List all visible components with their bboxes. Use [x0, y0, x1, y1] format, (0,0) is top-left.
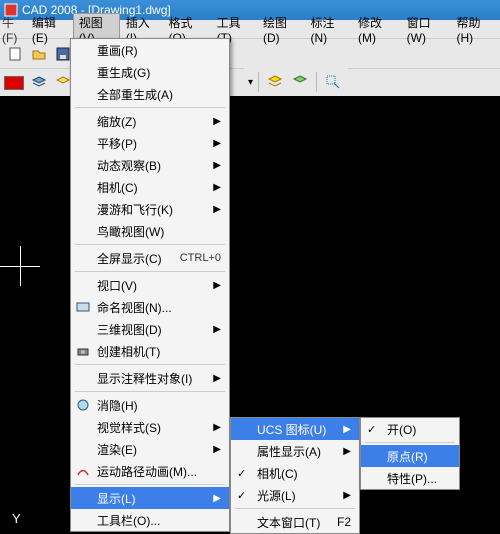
menu-item[interactable]: 漫游和飞行(K)▶ [71, 198, 229, 220]
ucs-axis-label: Y [12, 511, 21, 526]
submenu-item[interactable]: UCS 图标(U)▶ [231, 418, 359, 440]
menu-item[interactable]: 相机(C)▶ [71, 176, 229, 198]
menu-item[interactable]: 重生成(G) [71, 61, 229, 83]
new-button[interactable] [4, 43, 26, 65]
menu-item[interactable]: 全部重生成(A) [71, 83, 229, 105]
menu-item[interactable]: 命名视图(N)... [71, 296, 229, 318]
submenu-item[interactable]: 特性(P)... [361, 467, 459, 489]
menu-item[interactable]: 运动路径动画(M)... [71, 460, 229, 482]
submenu-item[interactable]: ✓开(O) [361, 418, 459, 440]
menu-item[interactable]: 鸟瞰视图(W) [71, 220, 229, 242]
menu-bar: 牛(F) 编辑(E) 视图(V) 插入(I) 格式(O) 工具(T) 绘图(D)… [0, 20, 500, 38]
submenu-item[interactable]: 属性显示(A)▶ [231, 440, 359, 462]
display-submenu: UCS 图标(U)▶属性显示(A)▶✓相机(C)✓光源(L)▶ 文本窗口(T)F2 [230, 417, 360, 534]
menu-item[interactable]: 平移(P)▶ [71, 132, 229, 154]
qselect-icon[interactable] [322, 71, 344, 93]
menu-item[interactable]: 动态观察(B)▶ [71, 154, 229, 176]
menu-item[interactable]: 消隐(H) [71, 394, 229, 416]
menu-window[interactable]: 窗口(W) [401, 13, 451, 46]
open-button[interactable] [28, 43, 50, 65]
ucs-icon-submenu: ✓开(O) 原点(R)特性(P)... [360, 417, 460, 490]
menu-item[interactable]: 视口(V)▶ [71, 274, 229, 296]
menu-help[interactable]: 帮助(H) [451, 13, 499, 46]
layers-button[interactable] [28, 72, 50, 94]
toolbar-extra: ▾ [244, 68, 348, 96]
color-red[interactable] [4, 72, 26, 94]
dropdown-arrow-icon[interactable]: ▾ [248, 77, 253, 88]
menu-draw[interactable]: 绘图(D) [257, 13, 305, 46]
submenu-item[interactable]: 原点(R) [361, 445, 459, 467]
view-menu-dropdown: 重画(R)重生成(G)全部重生成(A) 缩放(Z)▶平移(P)▶动态观察(B)▶相… [70, 38, 230, 532]
menu-item[interactable]: 视觉样式(S)▶ [71, 416, 229, 438]
layer-other-icon[interactable] [289, 71, 311, 93]
menu-item[interactable]: 工具栏(O)... [71, 509, 229, 531]
menu-dimension[interactable]: 标注(N) [304, 13, 352, 46]
submenu-item[interactable]: ✓光源(L)▶ [231, 484, 359, 506]
submenu-item[interactable]: 文本窗口(T)F2 [231, 511, 359, 533]
menu-item[interactable]: 显示注释性对象(I)▶ [71, 367, 229, 389]
layer-stack-icon[interactable] [264, 71, 286, 93]
menu-item[interactable]: 渲染(E)▶ [71, 438, 229, 460]
menu-item[interactable]: 三维视图(D)▶ [71, 318, 229, 340]
menu-modify[interactable]: 修改(M) [352, 13, 401, 46]
submenu-item[interactable]: ✓相机(C) [231, 462, 359, 484]
menu-item[interactable]: 重画(R) [71, 39, 229, 61]
menu-file[interactable]: 牛(F) [2, 14, 26, 45]
menu-item[interactable]: 全屏显示(C)CTRL+0 [71, 247, 229, 269]
menu-item[interactable]: 创建相机(T) [71, 340, 229, 362]
menu-item[interactable]: 显示(L)▶ [71, 487, 229, 509]
menu-item[interactable]: 缩放(Z)▶ [71, 110, 229, 132]
menu-edit[interactable]: 编辑(E) [26, 13, 73, 46]
